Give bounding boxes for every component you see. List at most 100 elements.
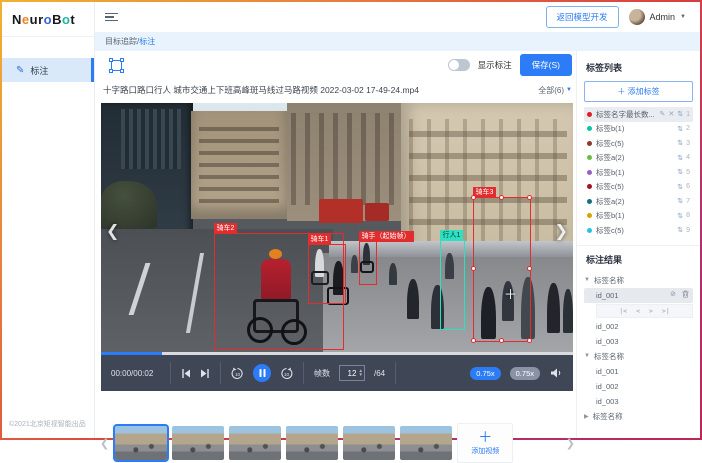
label-row[interactable]: 标签a(2) ⇅7 <box>584 194 693 209</box>
filmstrip-left-chevron-icon[interactable]: ❮ <box>97 437 112 450</box>
playback-speed-pill[interactable]: 0.75x <box>470 367 500 380</box>
resize-handle[interactable] <box>527 195 532 200</box>
pencil-icon: ✎ <box>16 65 24 76</box>
volume-icon[interactable] <box>551 368 563 378</box>
label-color-dot <box>587 141 592 146</box>
label-color-dot <box>587 199 592 204</box>
label-color-dot <box>587 228 592 233</box>
next-frame-icon[interactable]: > <box>649 307 653 315</box>
video-thumbnail[interactable] <box>400 426 452 460</box>
next-video-chevron-icon[interactable]: ❯ <box>555 221 568 241</box>
label-row[interactable]: 标签c(5) ⇅6 <box>584 180 693 195</box>
swap-icon[interactable]: ⇅ <box>677 125 683 133</box>
result-id-row[interactable]: id_003 <box>584 394 693 409</box>
swap-icon[interactable]: ⇅ <box>677 212 683 220</box>
delete-annotation-icon[interactable] <box>682 290 689 300</box>
svg-text:10: 10 <box>235 372 241 377</box>
prev-frame-icon[interactable] <box>181 369 191 378</box>
label-shortcut: 4 <box>686 154 690 161</box>
frame-spinner[interactable]: ▲▼ <box>359 366 363 380</box>
annotation-box[interactable]: 骑车1 <box>308 244 346 304</box>
label-row[interactable]: 标签b(1) ⇅2 <box>584 122 693 137</box>
edit-label-icon[interactable]: ✎ <box>659 110 665 118</box>
result-id-row[interactable]: id_001 <box>584 364 693 379</box>
resize-handle[interactable] <box>471 195 476 200</box>
pause-button[interactable] <box>253 364 271 382</box>
collapse-sidebar-icon[interactable] <box>105 11 118 24</box>
video-thumbnail[interactable] <box>115 426 167 460</box>
filmstrip-right-chevron-icon[interactable]: ❯ <box>563 437 578 450</box>
resize-handle[interactable] <box>499 195 504 200</box>
label-row[interactable]: 标签b(1) ⇅8 <box>584 209 693 224</box>
resize-handle[interactable] <box>527 266 532 271</box>
annotation-box[interactable]: 行人1 <box>440 240 465 330</box>
forward-10-icon[interactable]: 10 <box>280 367 293 380</box>
resize-handle[interactable] <box>527 338 532 343</box>
result-id-row[interactable]: id_003 <box>584 334 693 349</box>
annotation-box-label: 行人1 <box>440 230 464 241</box>
breadcrumb-parent[interactable]: 目标追踪 <box>105 36 137 47</box>
result-group-header[interactable]: ▶标签名称 <box>584 409 693 424</box>
resize-handle[interactable] <box>471 338 476 343</box>
label-row[interactable]: 标签c(5) ⇅9 <box>584 223 693 238</box>
result-group-header[interactable]: ▼标签名称 <box>584 349 693 364</box>
result-group-name: 标签名称 <box>594 275 624 286</box>
result-id: id_001 <box>596 367 619 376</box>
label-row[interactable]: 标签b(1) ⇅5 <box>584 165 693 180</box>
video-thumbnail[interactable] <box>172 426 224 460</box>
time-display: 00:00/00:02 <box>111 369 153 378</box>
video-filter-dropdown[interactable]: 全部(6)▼ <box>538 85 572 96</box>
add-label-button[interactable]: ＋ 添加标签 <box>584 81 693 102</box>
label-color-dot <box>587 213 592 218</box>
label-row[interactable]: 标签a(2) ⇅4 <box>584 151 693 166</box>
label-name: 标签b(1) <box>596 210 677 221</box>
swap-icon[interactable]: ⇅ <box>677 197 683 205</box>
hide-annotation-icon[interactable]: ⊘ <box>670 290 676 300</box>
resize-handle[interactable] <box>499 338 504 343</box>
swap-icon[interactable]: ⇅ <box>677 154 683 162</box>
result-id-row[interactable]: id_002 <box>584 319 693 334</box>
last-frame-icon[interactable]: >| <box>662 307 670 315</box>
video-thumbnail[interactable] <box>343 426 395 460</box>
prev-frame-icon[interactable]: < <box>636 307 640 315</box>
swap-icon[interactable]: ⇅ <box>677 139 683 147</box>
annotation-box[interactable]: 骑手（起始帧） <box>359 241 377 285</box>
result-id-row[interactable]: id_002 <box>584 379 693 394</box>
back-to-model-dev-button[interactable]: 返回模型开发 <box>546 6 619 28</box>
result-id-row[interactable]: id_001⊘ <box>584 288 693 303</box>
show-annotation-label: 显示标注 <box>478 59 512 71</box>
label-color-dot <box>587 184 592 189</box>
sidebar-item-annotation[interactable]: ✎ 标注 <box>2 58 94 82</box>
label-row[interactable]: 标签名字最长数... ✎✕⇅1 <box>584 107 693 122</box>
bounding-box-tool-icon[interactable] <box>109 58 124 73</box>
chevron-down-icon: ▼ <box>584 277 590 283</box>
prev-video-chevron-icon[interactable]: ❮ <box>106 221 119 241</box>
video-progress-bar[interactable] <box>101 352 573 355</box>
swap-icon[interactable]: ⇅ <box>677 110 683 118</box>
add-video-button[interactable]: ＋ 添加视频 <box>457 423 513 463</box>
chevron-down-icon: ▼ <box>680 14 686 20</box>
result-group-header[interactable]: ▼ 标签名称 <box>584 273 693 288</box>
delete-label-icon[interactable]: ✕ <box>668 110 674 118</box>
save-button[interactable]: 保存(S) <box>520 54 572 76</box>
swap-icon[interactable]: ⇅ <box>677 226 683 234</box>
playback-speed-pill[interactable]: 0.75x <box>510 367 540 380</box>
swap-icon[interactable]: ⇅ <box>677 168 683 176</box>
swap-icon[interactable]: ⇅ <box>677 183 683 191</box>
copyright-text: ©2021北京矩视智能出品 <box>9 419 86 429</box>
video-thumbnail[interactable] <box>286 426 338 460</box>
next-frame-icon[interactable] <box>200 369 210 378</box>
resize-handle[interactable] <box>471 266 476 271</box>
video-canvas[interactable]: 骑车2骑车1骑手（起始帧）行人1骑车3 ❮ ❯ ＋ <box>101 103 573 352</box>
avatar <box>629 9 645 25</box>
user-menu[interactable]: Admin ▼ <box>629 9 686 25</box>
label-color-dot <box>587 126 592 131</box>
rewind-10-icon[interactable]: 10 <box>231 367 244 380</box>
annotation-box[interactable]: 骑车3 <box>473 197 531 342</box>
breadcrumb-current: 标注 <box>139 36 155 47</box>
first-frame-icon[interactable]: |< <box>619 307 627 315</box>
video-thumbnail[interactable] <box>229 426 281 460</box>
frame-number-input[interactable]: 12 ▲▼ <box>339 365 365 381</box>
show-annotation-toggle[interactable] <box>448 59 470 71</box>
label-row[interactable]: 标签c(5) ⇅3 <box>584 136 693 151</box>
